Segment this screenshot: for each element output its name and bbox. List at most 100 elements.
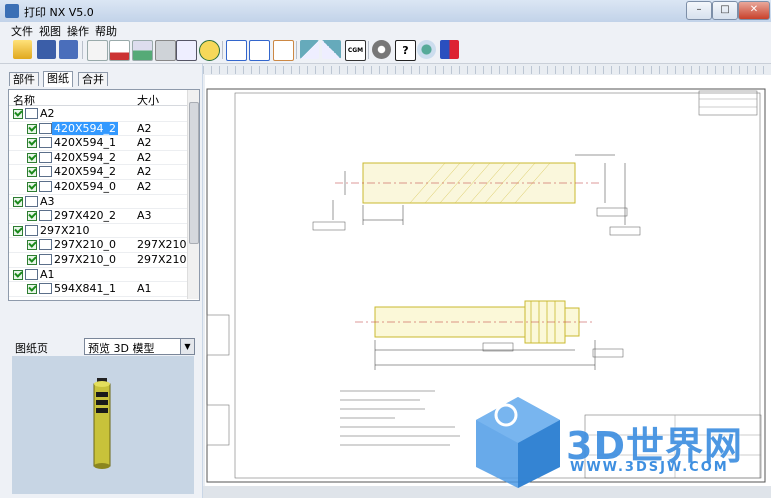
save-all-icon[interactable]	[59, 40, 78, 59]
checkbox-checked-icon[interactable]	[27, 284, 37, 295]
zoom-page-icon[interactable]	[273, 40, 294, 61]
checkbox-checked-icon[interactable]	[27, 152, 37, 163]
sheet-icon	[39, 181, 52, 192]
save-icon[interactable]	[37, 40, 56, 59]
sheet-icon	[39, 254, 52, 265]
row-name: 420X594_1	[54, 136, 117, 150]
sheet-icon	[39, 210, 52, 222]
menu-bar: 文件 视图 操作 帮助	[0, 22, 771, 38]
checkbox-checked-icon[interactable]	[13, 109, 23, 119]
app-logo-icon[interactable]	[440, 40, 459, 59]
row-name: A2	[40, 107, 55, 120]
checkbox-checked-icon[interactable]	[27, 240, 37, 251]
row-name: 297X210_0	[54, 253, 117, 266]
minimize-button[interactable]: –	[686, 1, 712, 20]
model-preview	[12, 356, 194, 494]
export-pdf-icon[interactable]	[109, 40, 130, 61]
checkbox-checked-icon[interactable]	[27, 182, 37, 192]
maximize-button[interactable]: □	[712, 1, 738, 20]
folder-sheets-icon	[25, 195, 38, 207]
close-button[interactable]: ✕	[738, 1, 770, 20]
row-name: A1	[40, 267, 55, 281]
tree-sheet-row[interactable]: 594X841_1 A1	[9, 281, 187, 297]
cgm-icon[interactable]: CGM	[345, 40, 366, 61]
row-size: 297X210	[137, 238, 187, 252]
row-size: A3	[137, 209, 152, 223]
tree-sheet-row[interactable]: 297X210_0 297X210	[9, 252, 187, 268]
rotate-right-icon[interactable]	[322, 40, 341, 59]
tree-sheet-row[interactable]: 297X420_2 A3	[9, 208, 187, 224]
tree-sheet-row[interactable]: 420X594_2 A2	[9, 164, 187, 180]
row-size: A2	[137, 121, 152, 135]
folder-sheets-icon	[25, 224, 38, 236]
checkbox-checked-icon[interactable]	[27, 255, 37, 265]
tree-sheet-row[interactable]: 420X594_2 A2	[9, 150, 187, 166]
watermark-url: WWW.3DSJW.COM	[570, 460, 729, 475]
checkbox-checked-icon[interactable]	[13, 196, 23, 207]
row-size: 297X210	[137, 253, 187, 266]
plotter-icon[interactable]	[176, 40, 197, 61]
row-name: 420X594_2	[52, 121, 119, 135]
ruler	[203, 66, 771, 74]
row-name: 420X594_2	[54, 150, 117, 164]
scroll-thumb[interactable]	[189, 102, 199, 244]
tree-sheet-row[interactable]: 420X594_0 A2	[9, 179, 187, 195]
checkbox-checked-icon[interactable]	[13, 225, 23, 236]
tree-group-row[interactable]: 297X210	[9, 223, 187, 239]
tab-merge[interactable]: 合并	[78, 72, 108, 86]
print-preview-icon[interactable]	[87, 40, 108, 61]
window-title: 打印 NX V5.0	[24, 6, 94, 19]
sheet-label: 图纸页	[15, 342, 48, 355]
row-name: A3	[40, 194, 55, 208]
zoom-window-icon[interactable]	[249, 40, 270, 61]
rotate-left-icon[interactable]	[300, 40, 319, 59]
checkbox-checked-icon[interactable]	[13, 269, 23, 280]
row-name: 420X594_2	[54, 165, 117, 179]
close-doc-icon[interactable]	[226, 40, 247, 61]
open-folder-icon[interactable]	[13, 40, 32, 59]
tab-drawings[interactable]: 图纸	[43, 71, 73, 87]
sheet-icon	[39, 239, 52, 251]
row-name: 297X420_2	[54, 209, 117, 223]
sheet-icon	[39, 122, 52, 134]
tree-group-row[interactable]: A3	[9, 194, 187, 210]
tree-scrollbar[interactable]	[187, 90, 199, 299]
folder-sheets-icon	[25, 268, 38, 280]
row-name: 420X594_0	[54, 180, 117, 193]
sheet-icon	[39, 166, 52, 178]
settings-gear-icon[interactable]	[372, 40, 391, 59]
sheet-select-value: 预览 3D 模型	[88, 342, 155, 355]
checkbox-checked-icon[interactable]	[27, 211, 37, 222]
chevron-down-icon[interactable]: ▼	[180, 339, 194, 354]
print-setup-icon[interactable]	[132, 40, 153, 61]
checkbox-checked-icon[interactable]	[27, 138, 37, 149]
folder-sheets-icon	[25, 108, 38, 119]
tree-group-row[interactable]: A1	[9, 267, 187, 283]
toolbar: CGM ?	[0, 37, 771, 64]
checkbox-checked-icon[interactable]	[27, 123, 37, 134]
help-icon[interactable]: ?	[395, 40, 416, 61]
printer-icon[interactable]	[155, 40, 176, 61]
tree-group-row[interactable]: A2	[9, 106, 187, 122]
title-bar: 打印 NX V5.0 – □ ✕	[0, 0, 771, 22]
tab-parts[interactable]: 部件	[9, 72, 39, 86]
checkbox-checked-icon[interactable]	[27, 167, 37, 178]
row-size: A2	[137, 136, 152, 150]
sheet-icon	[39, 151, 52, 163]
shaft-3d-model	[93, 378, 111, 469]
clock-icon[interactable]	[199, 40, 220, 61]
tree-sheet-row[interactable]: 420X594_1 A2	[9, 135, 187, 151]
sheet-select[interactable]: 预览 3D 模型 ▼	[84, 338, 195, 355]
tree-sheet-row[interactable]: 297X210_0 297X210	[9, 237, 187, 253]
row-size: A2	[137, 165, 152, 179]
watermark-logo-icon	[476, 397, 560, 488]
drawing-tree[interactable]: 名称 大小 A2 420X594_2 A2 420X594_1 A2 420X594_2 A…	[8, 89, 200, 301]
row-size: A2	[137, 180, 152, 193]
row-name: 297X210	[40, 223, 90, 237]
row-name: 594X841_1	[54, 282, 117, 296]
tree-sheet-row[interactable]: 420X594_2 A2	[9, 121, 187, 137]
row-size: A2	[137, 150, 152, 164]
web-icon[interactable]	[417, 40, 436, 59]
app-icon	[5, 4, 19, 18]
row-size: A1	[137, 282, 152, 296]
